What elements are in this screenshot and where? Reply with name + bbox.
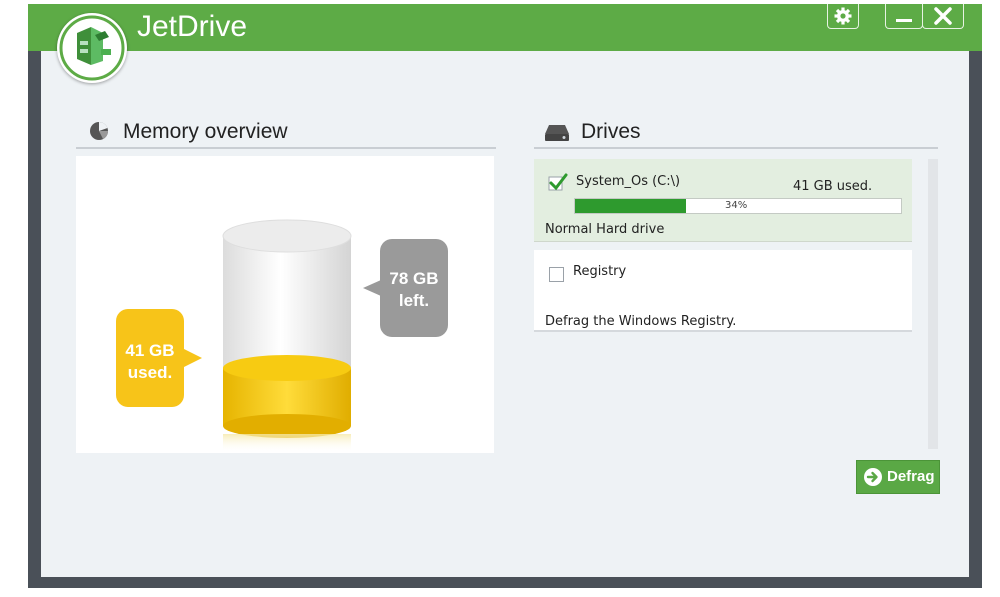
- defrag-button[interactable]: Defrag: [856, 460, 940, 494]
- app-title: JetDrive: [137, 10, 248, 43]
- free-label-line2: left.: [398, 291, 430, 310]
- pie-chart-icon: [90, 121, 108, 140]
- hard-drive-icon: [545, 125, 569, 141]
- close-button[interactable]: [922, 4, 964, 29]
- drives-scrollbar[interactable]: [928, 159, 938, 449]
- drive-description: Normal Hard drive: [545, 222, 665, 237]
- registry-checkbox[interactable]: [549, 267, 564, 282]
- drives-divider: [534, 147, 938, 149]
- free-label-line1: 78 GB: [389, 269, 439, 288]
- minimize-button[interactable]: [885, 4, 923, 29]
- checkmark-icon[interactable]: [548, 173, 568, 193]
- drive-progress-bar: 34%: [574, 198, 902, 214]
- jetdrive-logo-icon: [59, 15, 125, 81]
- drive-name: Registry: [573, 264, 627, 279]
- drive-progress-text: 34%: [725, 200, 748, 211]
- gear-icon: [834, 7, 852, 25]
- drives-list: System_Os (C:\) 41 GB used. 34% Normal H…: [534, 159, 912, 449]
- jetdrive-logo: [57, 13, 127, 83]
- memory-overview-title: Memory overview: [123, 120, 288, 143]
- drive-used-text: 41 GB used.: [793, 179, 873, 194]
- used-label-line2: used.: [127, 363, 173, 382]
- memory-overview-divider: [76, 147, 496, 149]
- used-label-line1: 41 GB: [125, 341, 175, 360]
- memory-overview-panel: 41 GB used. 78 GB left.: [76, 156, 494, 453]
- drive-progress-fill: [575, 199, 686, 213]
- settings-button[interactable]: [827, 4, 859, 29]
- drives-title: Drives: [581, 120, 641, 143]
- drive-description: Defrag the Windows Registry.: [545, 314, 737, 329]
- main-content: Memory overview 41 GB used. 78 GB left. …: [41, 51, 969, 577]
- drive-item-registry[interactable]: Registry Defrag the Windows Registry.: [534, 250, 912, 332]
- drive-name: System_Os (C:\): [576, 174, 681, 189]
- close-icon: [934, 7, 952, 25]
- minimize-icon: [896, 19, 912, 22]
- arrow-right-circle-icon: [864, 468, 882, 486]
- title-bar: JetDrive: [28, 4, 982, 51]
- drive-item-system[interactable]: System_Os (C:\) 41 GB used. 34% Normal H…: [534, 159, 912, 242]
- defrag-button-label: Defrag: [887, 468, 935, 485]
- app-window: JetDrive Memory overview 41 GB used. 78 …: [28, 4, 982, 588]
